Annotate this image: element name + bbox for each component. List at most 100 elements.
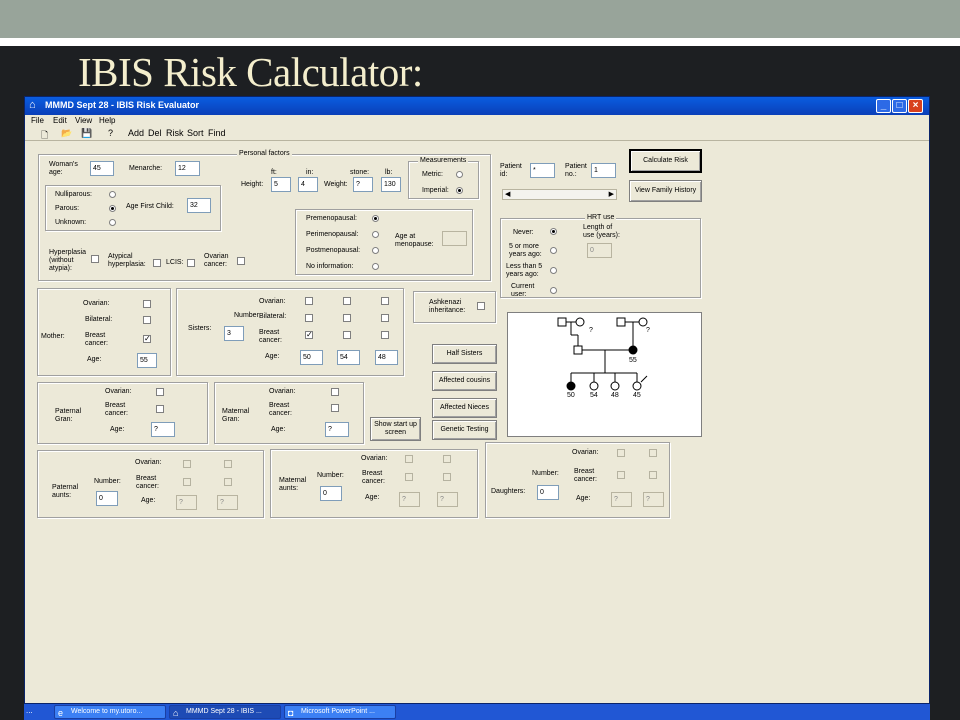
sister-3-age-input[interactable]: 48 (375, 350, 398, 365)
age-first-child-input[interactable]: 32 (187, 198, 211, 213)
weight-stone-input[interactable]: ? (353, 177, 373, 192)
imperial-radio[interactable] (456, 187, 463, 194)
maximize-button[interactable]: □ (892, 99, 907, 113)
daughter-1-breast-checkbox[interactable] (617, 471, 625, 479)
sister-2-age-input[interactable]: 54 (337, 350, 360, 365)
unknown-radio[interactable] (109, 219, 116, 226)
scroll-left-arrow[interactable]: ◀ (505, 190, 510, 198)
sister-1-ovarian-checkbox[interactable] (305, 297, 313, 305)
maternal-aunt-1-age-input[interactable]: ? (399, 492, 420, 507)
maternal-aunt-1-breast-checkbox[interactable] (405, 473, 413, 481)
lcis-checkbox[interactable] (187, 259, 195, 267)
genetic-testing-button[interactable]: Genetic Testing (432, 420, 497, 440)
hyperplasia-checkbox[interactable] (91, 255, 99, 263)
close-button[interactable]: × (908, 99, 923, 113)
hrt-never-radio[interactable] (550, 228, 557, 235)
sister-3-breast-checkbox[interactable] (381, 331, 389, 339)
atypical-hyperplasia-checkbox[interactable] (153, 259, 161, 267)
nulliparous-radio[interactable] (109, 191, 116, 198)
show-startup-screen-button[interactable]: Show start up screen (370, 417, 421, 441)
paternal-aunt-2-breast-checkbox[interactable] (224, 478, 232, 486)
paternal-gran-age-input[interactable]: ? (151, 422, 175, 437)
sister-2-ovarian-checkbox[interactable] (343, 297, 351, 305)
height-ft-input[interactable]: 5 (271, 177, 291, 192)
sister-1-breast-checkbox[interactable]: ✓ (305, 331, 313, 339)
patient-scrollbar[interactable]: ◀ ▶ (502, 189, 617, 200)
calculate-risk-button[interactable]: Calculate Risk (629, 149, 702, 173)
maternal-gran-age-input[interactable]: ? (325, 422, 349, 437)
view-family-history-button[interactable]: View Family History (629, 180, 702, 202)
sort-button[interactable]: Sort (187, 128, 204, 138)
maternal-aunt-2-ovarian-checkbox[interactable] (443, 455, 451, 463)
paternal-aunt-1-age-input[interactable]: ? (176, 495, 197, 510)
sister-2-bilateral-checkbox[interactable] (343, 314, 351, 322)
mother-ovarian-checkbox[interactable] (143, 300, 151, 308)
del-button[interactable]: Del (148, 128, 162, 138)
hrt-five-more-radio[interactable] (550, 247, 557, 254)
daughter-1-ovarian-checkbox[interactable] (617, 449, 625, 457)
paternal-aunt-1-ovarian-checkbox[interactable] (183, 460, 191, 468)
womans-age-input[interactable]: 45 (90, 161, 114, 176)
daughter-1-age-input[interactable]: ? (611, 492, 632, 507)
maternal-aunt-1-ovarian-checkbox[interactable] (405, 455, 413, 463)
premenopausal-radio[interactable] (372, 215, 379, 222)
affected-cousins-button[interactable]: Affected cousins (432, 371, 497, 391)
sister-3-bilateral-checkbox[interactable] (381, 314, 389, 322)
taskbar-item-ibis[interactable]: ⌂ MMMD Sept 28 - IBIS ... (169, 705, 281, 719)
daughter-2-breast-checkbox[interactable] (649, 471, 657, 479)
add-button[interactable]: Add (128, 128, 144, 138)
save-icon[interactable]: 💾 (81, 128, 92, 139)
ovarian-cancer-checkbox[interactable] (237, 257, 245, 265)
mother-breast-checkbox[interactable]: ✓ (143, 335, 151, 343)
daughter-2-age-input[interactable]: ? (643, 492, 664, 507)
daughter-2-ovarian-checkbox[interactable] (649, 449, 657, 457)
taskbar-item-browser[interactable]: e Welcome to my.utoro... (54, 705, 166, 719)
hrt-length-input[interactable]: 0 (587, 243, 612, 258)
new-file-icon[interactable]: 🗋 (41, 128, 48, 144)
weight-lb-input[interactable]: 130 (381, 177, 401, 192)
minimize-button[interactable]: _ (876, 99, 891, 113)
no-information-radio[interactable] (372, 263, 379, 270)
perimenopausal-radio[interactable] (372, 231, 379, 238)
find-button[interactable]: Find (208, 128, 226, 138)
patient-no-input[interactable]: 1 (591, 163, 616, 178)
age-at-menopause-input[interactable] (442, 231, 467, 246)
paternal-aunt-2-age-input[interactable]: ? (217, 495, 238, 510)
open-folder-icon[interactable]: 📂 (61, 128, 72, 139)
maternal-gran-breast-checkbox[interactable] (331, 404, 339, 412)
window-titlebar[interactable]: ⌂ MMMD Sept 28 - IBIS Risk Evaluator _ □… (25, 97, 929, 115)
daughters-number-input[interactable]: 0 (537, 485, 559, 500)
menu-file[interactable]: File (31, 116, 44, 125)
maternal-gran-ovarian-checkbox[interactable] (331, 388, 339, 396)
maternal-aunt-2-age-input[interactable]: ? (437, 492, 458, 507)
hrt-current-radio[interactable] (550, 287, 557, 294)
taskbar-item-powerpoint[interactable]: ◘ Microsoft PowerPoint ... (284, 705, 396, 719)
help-icon[interactable]: ? (108, 128, 113, 138)
paternal-gran-ovarian-checkbox[interactable] (156, 388, 164, 396)
paternal-aunt-2-ovarian-checkbox[interactable] (224, 460, 232, 468)
taskbar-overflow[interactable]: ... (26, 706, 33, 715)
half-sisters-button[interactable]: Half Sisters (432, 344, 497, 364)
risk-button[interactable]: Risk (166, 128, 184, 138)
patient-id-input[interactable]: * (530, 163, 555, 178)
menu-help[interactable]: Help (99, 116, 115, 125)
sister-3-ovarian-checkbox[interactable] (381, 297, 389, 305)
sister-2-breast-checkbox[interactable] (343, 331, 351, 339)
postmenopausal-radio[interactable] (372, 247, 379, 254)
sister-1-bilateral-checkbox[interactable] (305, 314, 313, 322)
paternal-aunt-1-breast-checkbox[interactable] (183, 478, 191, 486)
affected-nieces-button[interactable]: Affected Nieces (432, 398, 497, 418)
paternal-gran-breast-checkbox[interactable] (156, 405, 164, 413)
menarche-input[interactable]: 12 (175, 161, 200, 176)
hrt-less-five-radio[interactable] (550, 267, 557, 274)
maternal-aunt-2-breast-checkbox[interactable] (443, 473, 451, 481)
mother-age-input[interactable]: 55 (137, 353, 157, 368)
sister-1-age-input[interactable]: 50 (300, 350, 323, 365)
parous-radio[interactable] (109, 205, 116, 212)
height-in-input[interactable]: 4 (298, 177, 318, 192)
metric-radio[interactable] (456, 171, 463, 178)
sisters-number-input[interactable]: 3 (224, 326, 244, 341)
menu-view[interactable]: View (75, 116, 92, 125)
ashkenazi-checkbox[interactable] (477, 302, 485, 310)
scroll-right-arrow[interactable]: ▶ (609, 190, 614, 198)
